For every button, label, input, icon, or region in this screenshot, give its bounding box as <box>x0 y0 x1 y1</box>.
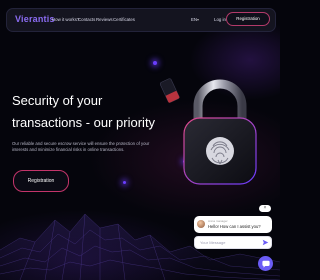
hero-description: Our reliable and secure escrow service w… <box>12 141 150 152</box>
glow-orb <box>153 61 157 65</box>
registration-button-header[interactable]: Registration <box>226 12 270 26</box>
hero-title-line-1: Security of your <box>12 93 103 108</box>
brand-logo[interactable]: Vierantis <box>15 14 55 24</box>
chat-message-bubble: Anna manager Hello! How can I assist you… <box>194 216 272 233</box>
nav-link-reviews[interactable]: Reviews <box>96 17 113 22</box>
login-link[interactable]: Log in <box>214 17 226 22</box>
chat-agent-name: Anna manager <box>208 219 228 223</box>
chat-close-button[interactable]: × <box>259 205 271 212</box>
padlock-fingerprint-icon <box>183 79 257 185</box>
close-icon[interactable]: × <box>264 205 267 211</box>
nav-link-contacts[interactable]: Contacts <box>78 17 95 22</box>
chat-message-text: Hello! How can I assist you? <box>208 224 261 229</box>
chat-launcher-button[interactable] <box>258 256 273 271</box>
chevron-down-icon[interactable]: ▾ <box>197 17 199 22</box>
top-navigation-bar: Vierantis How it works? Contacts Reviews… <box>6 8 276 32</box>
chat-message-input[interactable]: Your Message <box>194 236 272 249</box>
glow-orb <box>123 181 126 184</box>
nav-link-how-it-works[interactable]: How it works? <box>52 17 79 22</box>
nav-link-certificates[interactable]: Certificates <box>113 17 135 22</box>
chat-input-placeholder: Your Message <box>200 240 226 245</box>
chat-icon[interactable] <box>261 260 270 268</box>
avatar <box>197 220 205 228</box>
hero-title-line-2: transactions - our priority <box>12 115 156 130</box>
registration-button-hero[interactable]: Registration <box>13 170 69 192</box>
send-icon[interactable] <box>262 239 269 246</box>
